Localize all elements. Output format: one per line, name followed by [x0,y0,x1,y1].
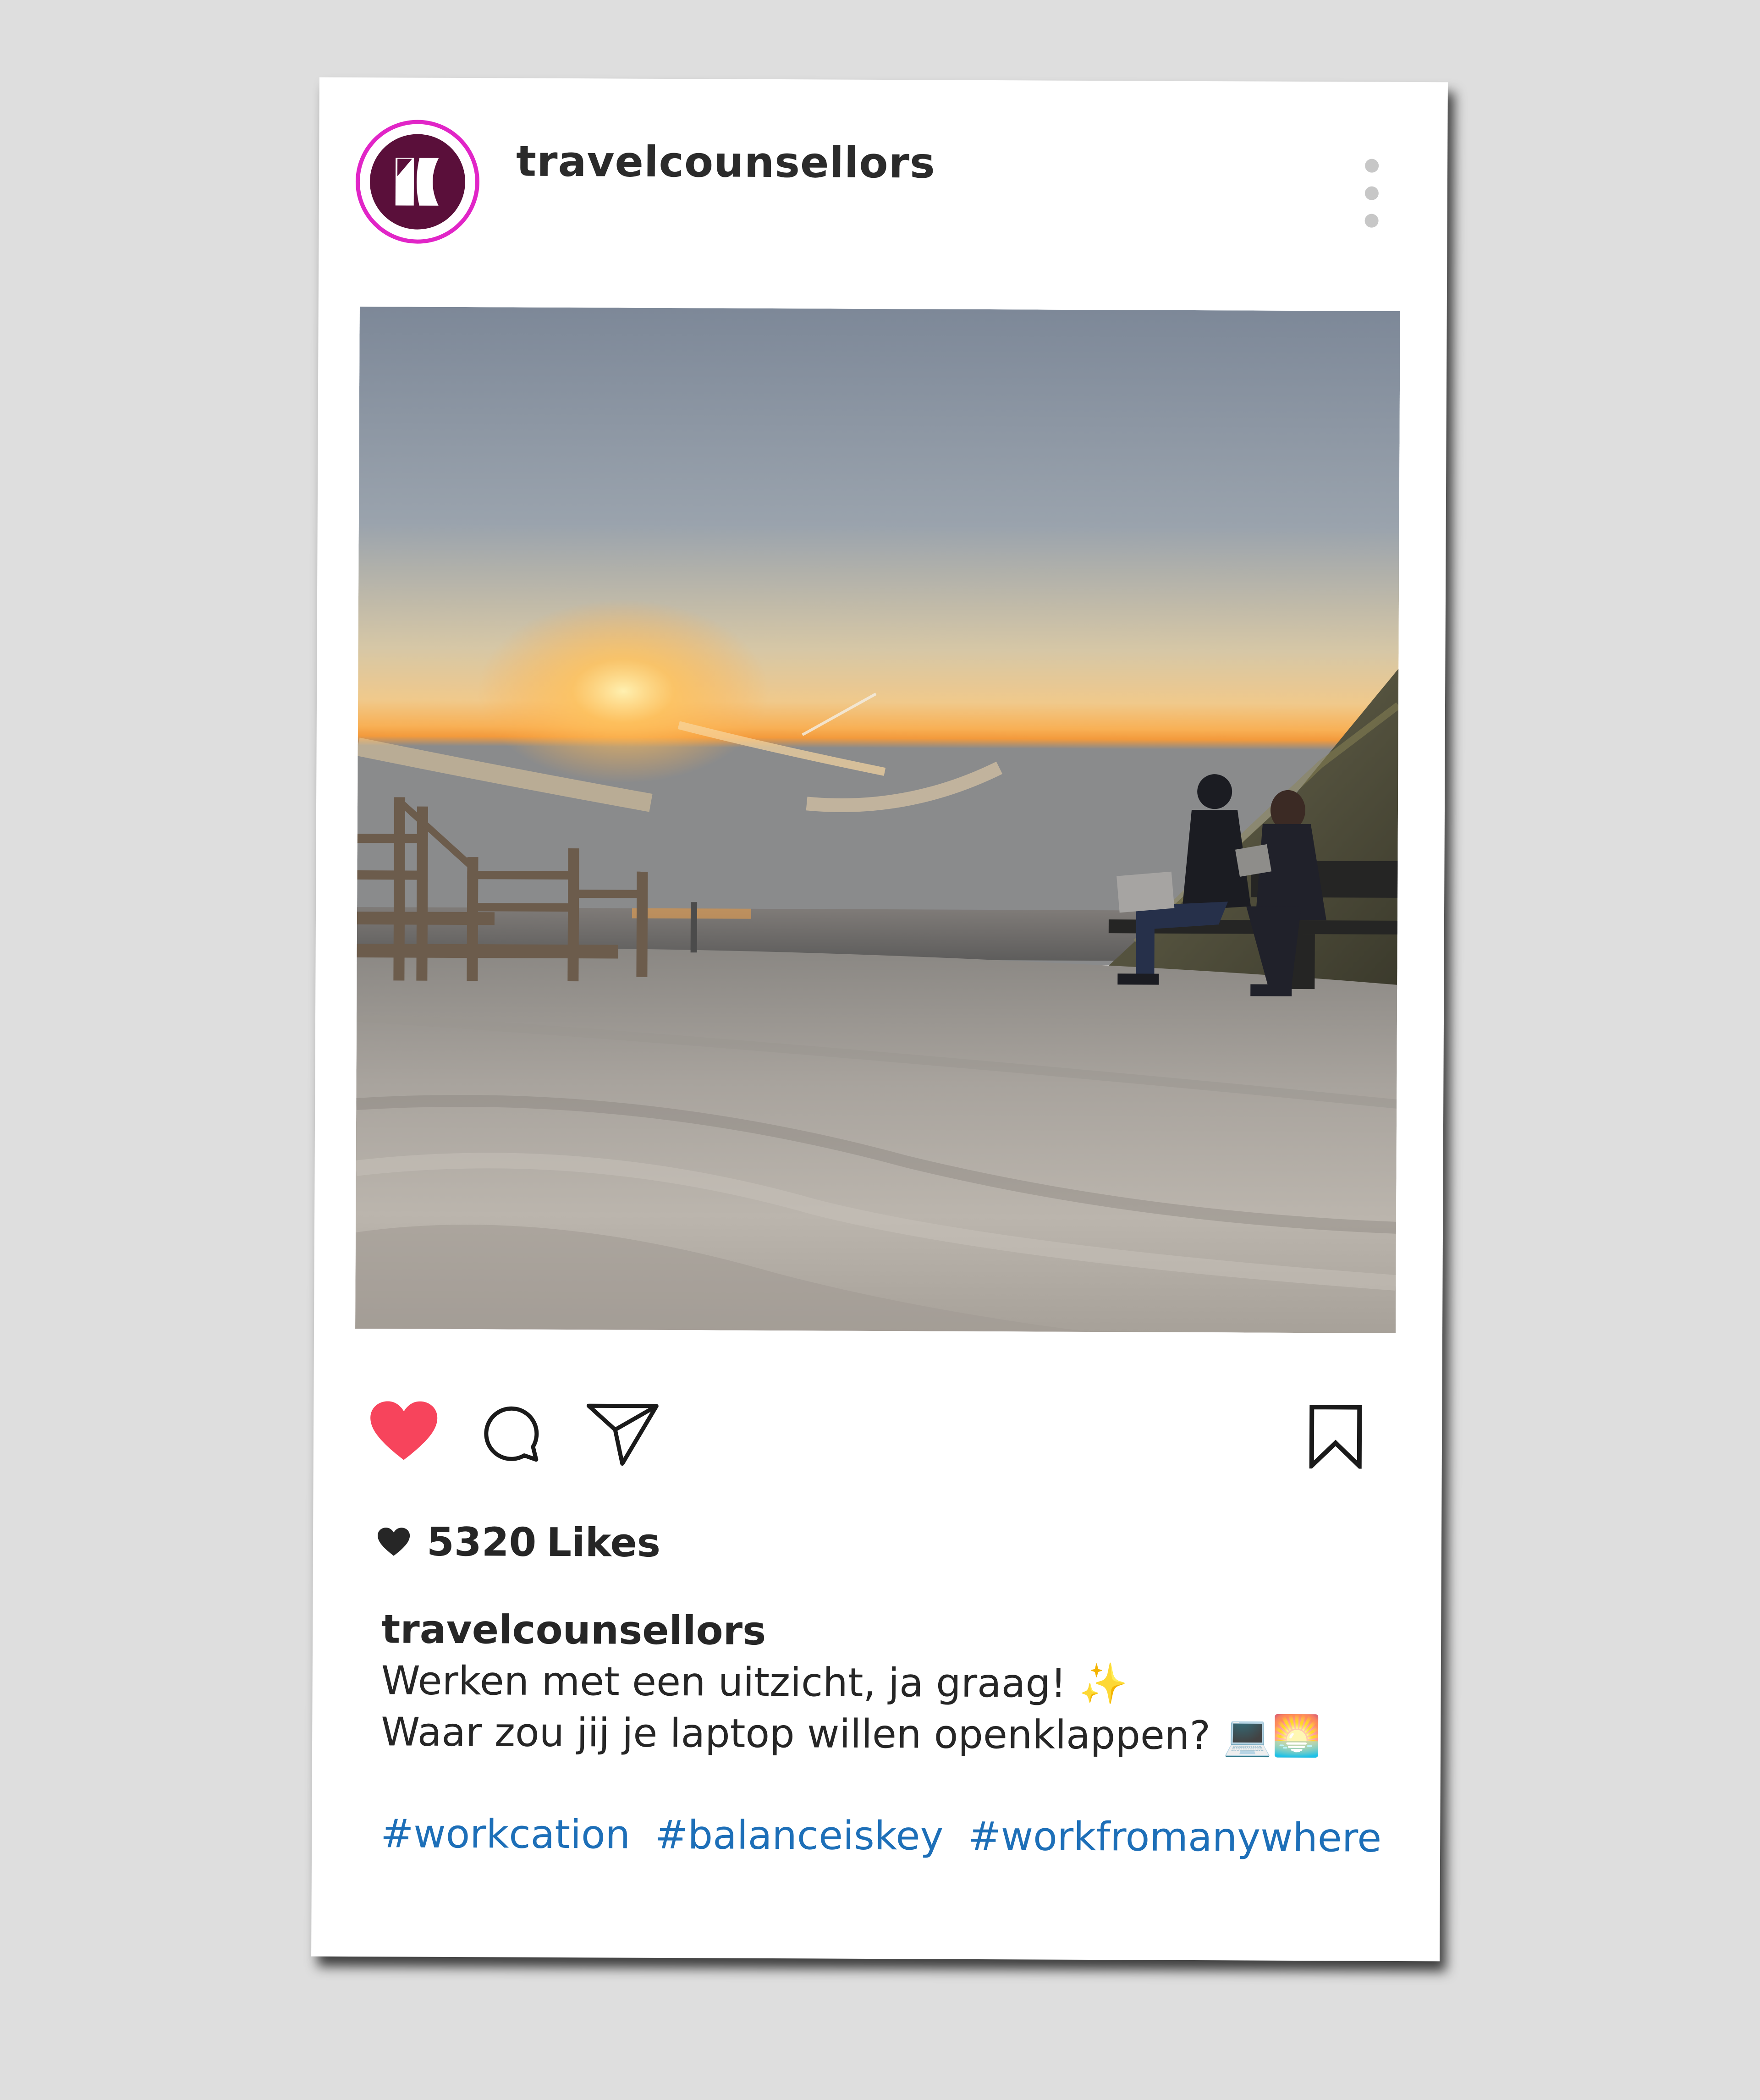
caption-line: Werken met een uitzicht, ja graag! ✨ [381,1658,1128,1707]
profile-avatar[interactable] [355,119,480,244]
bookmark-icon[interactable] [1308,1404,1364,1472]
post-username[interactable]: travelcounsellors [516,137,935,188]
post-photo [355,307,1400,1333]
caption-line: Waar zou jij je laptop willen openklappe… [380,1709,1321,1759]
likes-count[interactable]: 5320 [427,1519,537,1566]
more-options-icon[interactable] [1358,159,1386,228]
comment-bubble-icon[interactable] [480,1402,540,1462]
likes-label: Likes [546,1519,661,1566]
likes-row: 5320 Likes [377,1517,661,1568]
brand-logo [369,134,466,230]
hashtags: #workcation #balanceiskey #workfromanywh… [380,1808,1389,1864]
like-heart-icon[interactable] [369,1401,439,1461]
post-caption: travelcounsellors Werken met een uitzich… [380,1604,1390,1864]
hashtag-link[interactable]: #balanceiskey [654,1812,943,1859]
paper-plane-icon[interactable] [586,1402,660,1467]
hashtag-link[interactable]: #workfromanywhere [968,1814,1381,1861]
caption-username[interactable]: travelcounsellors [381,1604,1390,1660]
instagram-post-card: travelcounsellors 5320 Likes travelcouns… [311,77,1448,1962]
hashtag-link[interactable]: #workcation [380,1811,630,1858]
small-heart-icon [378,1528,410,1556]
